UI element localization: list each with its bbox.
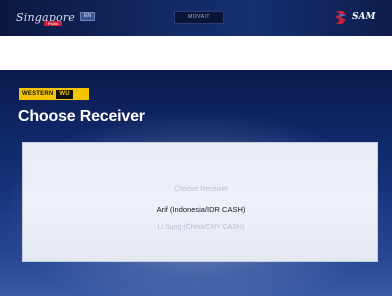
sam-brand-text: SAM bbox=[352, 12, 376, 22]
language-button[interactable]: EN bbox=[80, 12, 95, 21]
western-union-mark: WU bbox=[56, 90, 73, 99]
page-title: Choose Receiver bbox=[18, 108, 145, 125]
receiver-list: Choose Receiver Arif (Indonesia/IDR CASH… bbox=[22, 142, 378, 262]
sam-logo-icon bbox=[335, 11, 346, 24]
western-union-logo-text: WESTERN bbox=[22, 91, 54, 97]
center-nav-button[interactable]: MOVAIT bbox=[174, 11, 224, 24]
western-union-logo: WESTERN WU bbox=[19, 88, 89, 100]
main-screen: WESTERN WU Choose Receiver Choose Receive… bbox=[0, 70, 392, 296]
receiver-option[interactable]: Li Sung (China/CNY CASH) bbox=[23, 224, 379, 231]
top-bar: Singapore Pools EN MOVAIT SAM bbox=[0, 0, 392, 36]
receiver-option-selected[interactable]: Arif (Indonesia/IDR CASH) bbox=[23, 205, 379, 214]
logo-badge: Pools bbox=[44, 21, 62, 26]
kiosk-screen: Singapore Pools EN MOVAIT SAM WESTERN WU … bbox=[0, 0, 392, 296]
receiver-list-header: Choose Receiver bbox=[174, 186, 228, 193]
